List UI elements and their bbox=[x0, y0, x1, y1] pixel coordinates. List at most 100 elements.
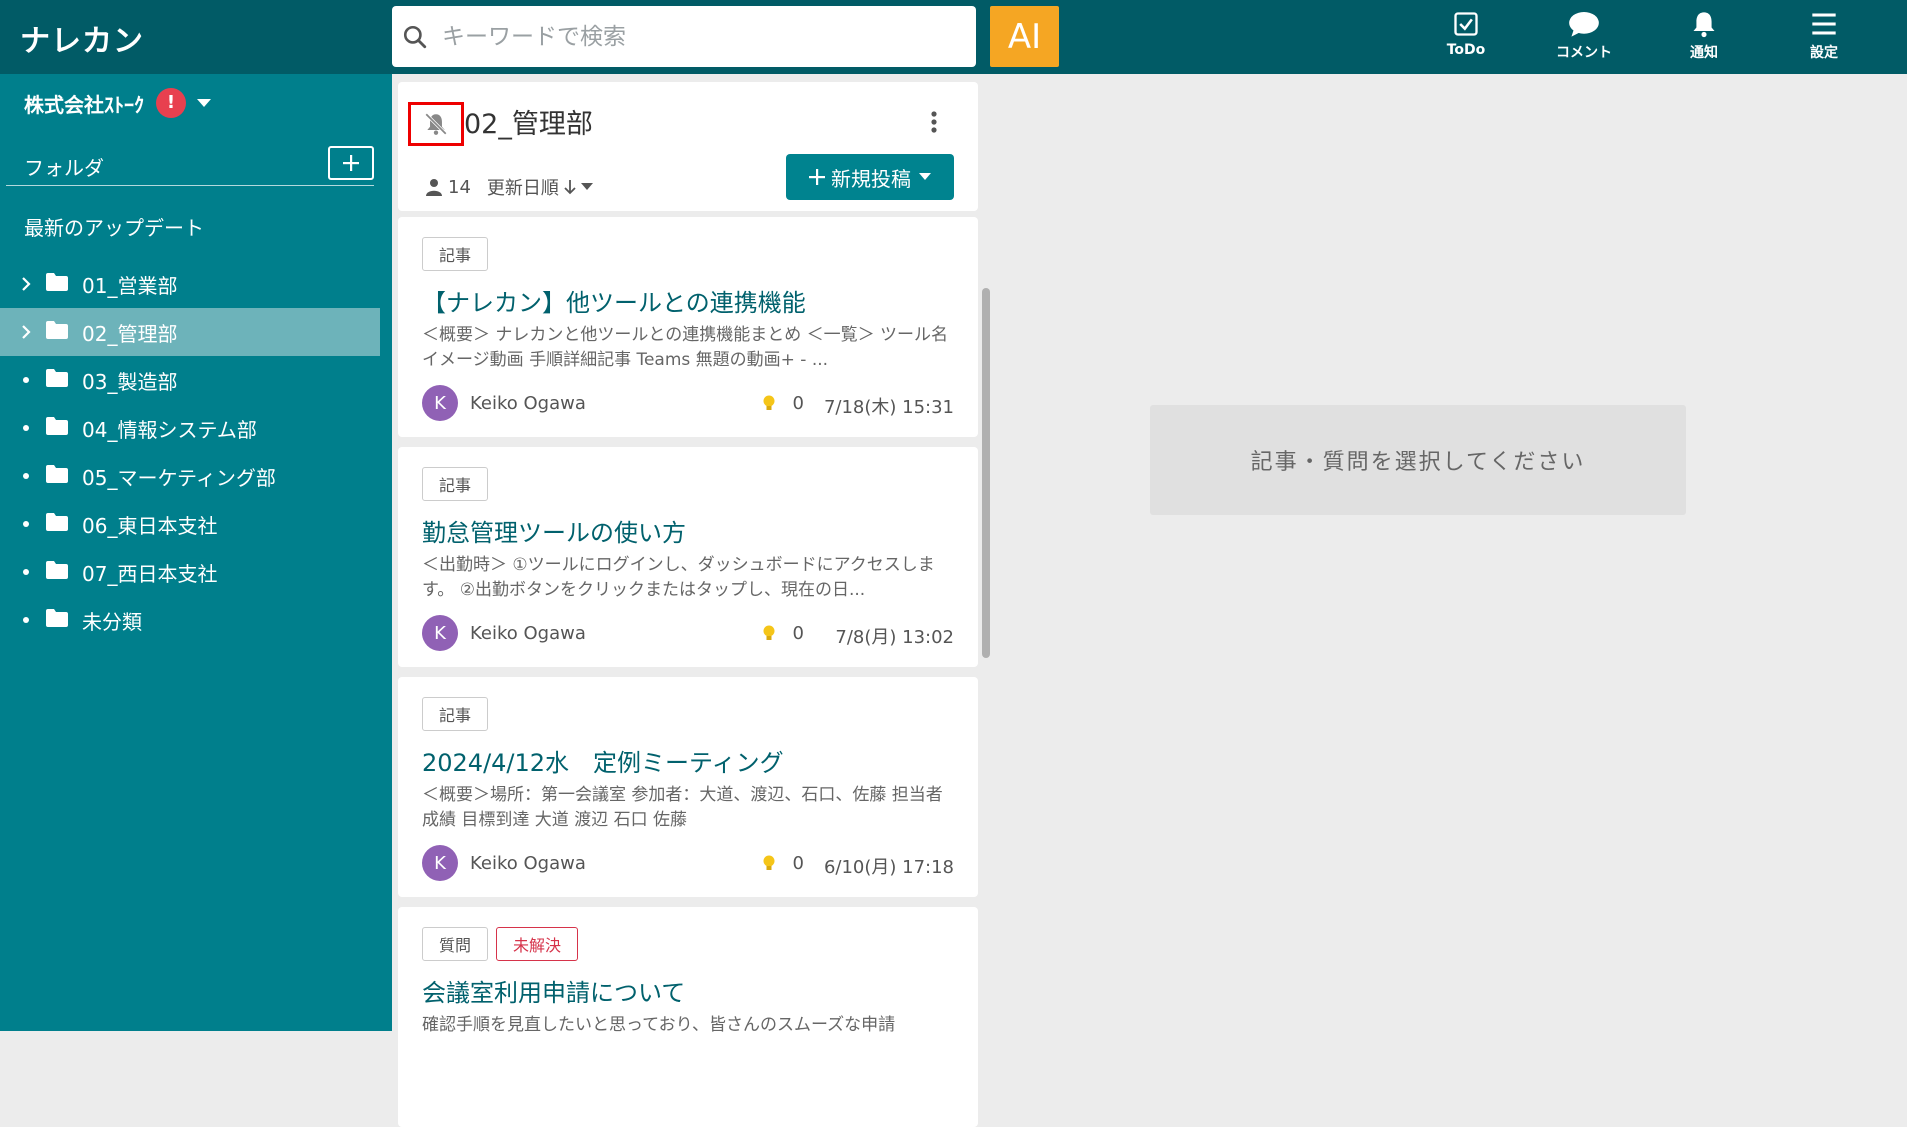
more-options-icon[interactable] bbox=[930, 110, 938, 134]
post-tags: 記事 bbox=[422, 237, 489, 271]
like-count: 0 bbox=[792, 393, 804, 414]
like-count: 0 bbox=[792, 623, 804, 644]
chevron-right-icon[interactable] bbox=[18, 324, 34, 340]
post-tag: 未解決 bbox=[496, 927, 579, 961]
chevron-right-icon[interactable] bbox=[18, 276, 34, 292]
avatar: K bbox=[422, 385, 458, 421]
caret-down-icon bbox=[919, 173, 931, 180]
post-tags: 質問 未解決 bbox=[422, 927, 579, 961]
post-card[interactable]: 記事 勤怠管理ツールの使い方 ＜出勤時＞ ①ツールにログインし、ダッシュボードにアク… bbox=[398, 447, 978, 667]
post-tags: 記事 bbox=[422, 697, 489, 731]
company-name: 株式会社ｽﾄｰｸ bbox=[24, 92, 144, 117]
alert-badge: ! bbox=[156, 88, 186, 118]
mute-notification-button[interactable] bbox=[408, 102, 464, 146]
folder-icon bbox=[46, 464, 68, 488]
nav-settings[interactable]: 設定 bbox=[1774, 6, 1874, 68]
sidebar-folder-item[interactable]: 06_東日本支社 bbox=[0, 500, 380, 548]
post-likes: 0 bbox=[763, 623, 804, 644]
sidebar-folder-item[interactable]: 05_マーケティング部 bbox=[0, 452, 380, 500]
post-card[interactable]: 記事【ナレカン】他ツールとの連携機能 ＜概要＞ ナレカンと他ツールとの連携機能まと… bbox=[398, 217, 978, 437]
lightbulb-icon bbox=[763, 395, 775, 410]
plus-icon bbox=[343, 155, 359, 171]
folder-tree: 01_営業部 02_管理部 03_製造部 04_情報システム部 05_マーケティング部 0… bbox=[0, 260, 380, 644]
sidebar-folder-item[interactable]: 07_西日本支社 bbox=[0, 548, 380, 596]
sidebar-folder-item[interactable]: 04_情報システム部 bbox=[0, 404, 380, 452]
post-likes: 0 bbox=[763, 853, 804, 874]
sidebar-folder-item[interactable]: 01_営業部 bbox=[0, 260, 380, 308]
sidebar-folder-label: 未分類 bbox=[82, 609, 142, 634]
new-post-button[interactable]: 新規投稿 bbox=[786, 154, 954, 200]
nav-todo[interactable]: ToDo bbox=[1416, 6, 1516, 68]
sidebar: 株式会社ｽﾄｰｸ ! フォルダ 最新のアップデート 01_営業部 02_管理部 03… bbox=[0, 74, 392, 1031]
sidebar-folder-item[interactable]: 03_製造部 bbox=[0, 356, 380, 404]
search-box[interactable] bbox=[392, 6, 976, 67]
post-tag: 記事 bbox=[422, 697, 489, 731]
nav-comment[interactable]: コメント bbox=[1534, 6, 1634, 68]
bullet-dot-icon bbox=[18, 425, 34, 431]
folder-header: フォルダ bbox=[6, 146, 374, 186]
post-tag: 記事 bbox=[422, 467, 489, 501]
empty-state-message: 記事・質問を選択してください bbox=[1150, 405, 1686, 515]
detail-panel: 記事・質問を選択してください bbox=[992, 74, 1907, 1031]
sidebar-folder-label: 06_東日本支社 bbox=[82, 513, 218, 538]
post-title[interactable]: 【ナレカン】他ツールとの連携機能 bbox=[422, 283, 806, 318]
bullet-dot-icon bbox=[18, 521, 34, 527]
caret-down-icon bbox=[580, 183, 593, 190]
sidebar-folder-item[interactable]: 未分類 bbox=[0, 596, 380, 644]
lightbulb-icon bbox=[763, 855, 775, 870]
post-list-scrollbar[interactable] bbox=[980, 214, 990, 1031]
author-name: Keiko Ogawa bbox=[470, 852, 586, 874]
sidebar-folder-item[interactable]: 02_管理部 bbox=[0, 308, 380, 356]
bell-icon bbox=[1693, 12, 1715, 38]
folder-icon bbox=[46, 512, 68, 536]
bullet-dot-icon bbox=[18, 473, 34, 479]
post-date: 7/18(木) 15:31 bbox=[823, 397, 954, 418]
like-count: 0 bbox=[792, 853, 804, 874]
sidebar-folder-label: 03_製造部 bbox=[82, 369, 178, 394]
folder-icon bbox=[46, 368, 68, 392]
post-excerpt: ＜概要＞ ナレカンと他ツールとの連携機能まとめ ＜一覧＞ ツール名 イメージ動画… bbox=[422, 325, 949, 370]
sort-dropdown[interactable]: 更新日順 bbox=[487, 174, 593, 200]
post-title[interactable]: 勤怠管理ツールの使い方 bbox=[422, 513, 686, 548]
ai-button[interactable]: AI bbox=[990, 6, 1059, 67]
scrollbar-thumb[interactable] bbox=[982, 288, 990, 658]
post-title[interactable]: 会議室利用申請について bbox=[422, 973, 685, 1008]
todo-check-icon bbox=[1454, 12, 1478, 36]
hamburger-menu-icon bbox=[1812, 13, 1836, 35]
folder-icon bbox=[46, 608, 68, 632]
post-list-panel: 02_管理部 14 更新日順 新規投稿 記事 【ナレカン】他ツールとの連携機能 … bbox=[392, 74, 992, 1127]
latest-updates-link[interactable]: 最新のアップデート bbox=[24, 212, 204, 241]
folder-header-label: フォルダ bbox=[24, 156, 104, 180]
sidebar-folder-label: 05_マーケティング部 bbox=[82, 465, 276, 490]
post-title[interactable]: 2024/4/12水 定例ミーティング bbox=[422, 743, 784, 778]
post-date: 6/10(月) 17:18 bbox=[823, 857, 954, 878]
add-folder-button[interactable] bbox=[328, 146, 374, 180]
post-card[interactable]: 質問 未解決 会議室利用申請について 確認手順を見直したいと思っており、皆さんのスムー… bbox=[398, 907, 978, 1127]
search-input[interactable] bbox=[442, 23, 942, 50]
post-likes: 0 bbox=[763, 393, 804, 414]
member-count: 14 bbox=[448, 176, 471, 198]
post-author: K Keiko Ogawa bbox=[422, 845, 586, 881]
member-icon bbox=[426, 179, 442, 196]
post-card[interactable]: 記事 2024/4/12水 定例ミーティング ＜概要＞場所：第一会議室 参加者：大道… bbox=[398, 677, 978, 897]
avatar: K bbox=[422, 615, 458, 651]
nav-notification[interactable]: 通知 bbox=[1654, 6, 1754, 68]
post-author: K Keiko Ogawa bbox=[422, 615, 586, 651]
plus-icon bbox=[809, 169, 825, 185]
author-name: Keiko Ogawa bbox=[470, 622, 586, 644]
new-post-label: 新規投稿 bbox=[831, 166, 911, 191]
sidebar-folder-label: 01_営業部 bbox=[82, 273, 178, 298]
company-switcher[interactable]: 株式会社ｽﾄｰｸ ! bbox=[24, 88, 212, 118]
folder-meta: 14 更新日順 bbox=[426, 174, 593, 200]
post-tag: 記事 bbox=[422, 237, 489, 271]
sidebar-folder-label: 04_情報システム部 bbox=[82, 417, 257, 442]
app-logo[interactable]: ナレカン bbox=[20, 16, 144, 60]
bullet-dot-icon bbox=[18, 617, 34, 623]
arrow-down-icon bbox=[564, 180, 576, 195]
bell-off-icon bbox=[425, 113, 447, 135]
sidebar-folder-label: 02_管理部 bbox=[82, 321, 178, 346]
sidebar-folder-label: 07_西日本支社 bbox=[82, 561, 218, 586]
bullet-dot-icon bbox=[18, 377, 34, 383]
avatar: K bbox=[422, 845, 458, 881]
folder-icon bbox=[46, 272, 68, 296]
